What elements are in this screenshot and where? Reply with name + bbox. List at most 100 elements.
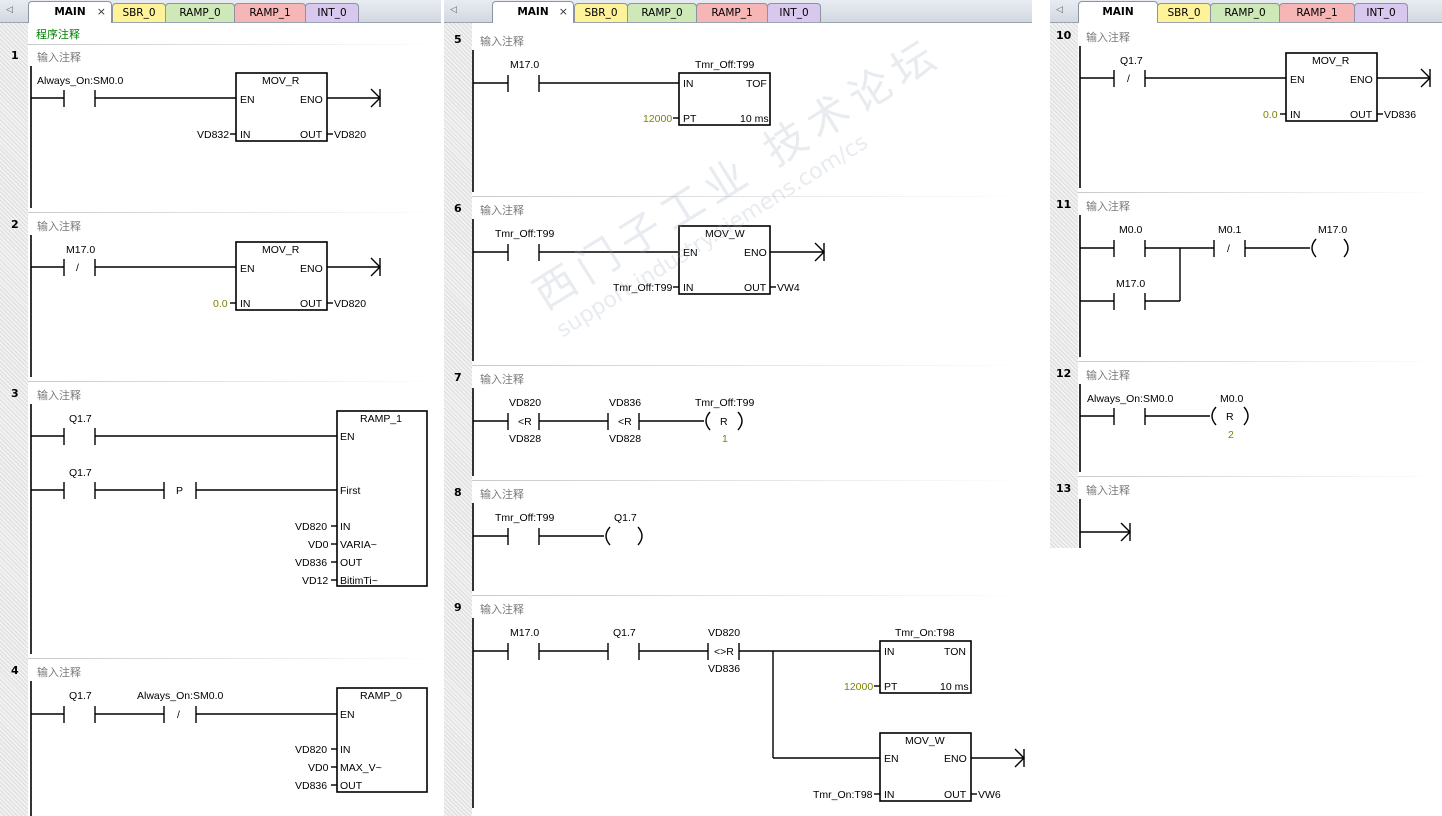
- operand-label: IN: [340, 744, 351, 756]
- operand-label: M0.0: [1119, 224, 1143, 236]
- operand-label: First: [340, 485, 360, 497]
- rung-9[interactable]: M17.0 Q1.7 <>R VD820 VD836 Tmr_On:T98 IN…: [472, 618, 1025, 808]
- operand-label: Tmr_On:T98: [895, 627, 955, 639]
- operand-label: 12000: [643, 113, 672, 125]
- operand-label: VD820: [295, 744, 327, 756]
- operand-label: TON: [944, 646, 966, 658]
- operand-label: VD832: [197, 129, 229, 141]
- operand-label: R: [1226, 411, 1234, 423]
- operand-label: IN: [683, 282, 694, 294]
- operand-label: VD820: [509, 397, 541, 409]
- operand-label: VD12: [302, 575, 328, 587]
- operand-label: 2: [1228, 429, 1234, 441]
- editor-panel-1: ◁ MAIN × SBR_0 RAMP_0 RAMP_1 INT_0 程序注释 1…: [0, 0, 441, 816]
- operand-label: VD828: [509, 433, 541, 445]
- rung-6[interactable]: Tmr_Off:T99 MOV_W EN ENO IN OUT Tmr_Off:T9…: [472, 219, 825, 361]
- ladder-network-10-13: / Q1.7 MOV_R EN ENO IN OUT 0.0 VD836 M0.0 …: [1079, 46, 1431, 548]
- operand-label: Tmr_Off:T99: [495, 512, 554, 524]
- operand-label: OUT: [300, 298, 323, 310]
- rung-2[interactable]: / M17.0 MOV_R EN ENO IN OUT 0.0 VD820: [30, 235, 381, 377]
- operand-label: R: [720, 416, 728, 428]
- operand-label: 1: [722, 433, 728, 445]
- operand-label: OUT: [944, 789, 967, 801]
- operand-label: M0.0: [1220, 393, 1244, 405]
- operand-label: VD820: [708, 627, 740, 639]
- operand-label: BitimTi~: [340, 575, 378, 587]
- rung-10[interactable]: / Q1.7 MOV_R EN ENO IN OUT 0.0 VD836: [1079, 46, 1431, 188]
- operand-label: MAX_V~: [340, 762, 382, 774]
- operand-label: 10 ms: [740, 113, 769, 125]
- operand-label: TOF: [746, 78, 767, 90]
- operand-label: <>R: [714, 646, 734, 658]
- rung-8[interactable]: Tmr_Off:T99 Q1.7: [472, 503, 643, 591]
- operand-label: Always_On:SM0.0: [1087, 393, 1174, 405]
- operand-label: ENO: [1350, 74, 1373, 86]
- operand-label: Tmr_Off:T99: [695, 397, 754, 409]
- operand-label: /: [177, 709, 180, 721]
- operand-label: ENO: [944, 753, 967, 765]
- operand-label: Always_On:SM0.0: [137, 690, 224, 702]
- operand-label: Q1.7: [614, 512, 637, 524]
- operand-label: VW4: [777, 282, 800, 294]
- operand-label: EN: [240, 263, 255, 275]
- rung-11[interactable]: M0.0 / M0.1 M17.0 M17.0: [1079, 215, 1349, 357]
- operand-label: IN: [1290, 109, 1301, 121]
- operand-label: M0.1: [1218, 224, 1242, 236]
- operand-label: Q1.7: [69, 690, 92, 702]
- operand-label: VD836: [708, 663, 740, 675]
- operand-label: /: [76, 262, 79, 274]
- operand-label: VD0: [308, 762, 329, 774]
- operand-label: Q1.7: [69, 467, 92, 479]
- contact-label: Always_On:SM0.0: [37, 75, 124, 87]
- operand-label: IN: [240, 298, 251, 310]
- operand-label: VW6: [978, 789, 1001, 801]
- operand-label: Q1.7: [1120, 55, 1143, 67]
- operand-label: 12000: [844, 681, 873, 693]
- rung-1[interactable]: Always_On:SM0.0 MOV_R EN ENO IN OUT VD832 …: [30, 66, 381, 208]
- operand-label: Tmr_Off:T99: [613, 282, 672, 294]
- operand-label: MOV_R: [262, 244, 300, 256]
- operand-label: VD820: [334, 129, 366, 141]
- operand-label: P: [176, 485, 183, 497]
- operand-label: VD820: [295, 521, 327, 533]
- ladder-network-1-4: Always_On:SM0.0 MOV_R EN ENO IN OUT VD832 …: [30, 66, 428, 816]
- operand-label: M17.0: [1116, 278, 1145, 290]
- operand-label: VD820: [334, 298, 366, 310]
- operand-label: Tmr_Off:T99: [495, 228, 554, 240]
- operand-label: VARIA~: [340, 539, 377, 551]
- operand-label: M17.0: [510, 59, 539, 71]
- rung-12[interactable]: Always_On:SM0.0 R M0.0 2: [1079, 384, 1249, 472]
- operand-label: VD828: [609, 433, 641, 445]
- operand-label: EN: [884, 753, 899, 765]
- operand-label: OUT: [300, 129, 323, 141]
- operand-label: VD836: [295, 780, 327, 792]
- operand-label: EN: [1290, 74, 1305, 86]
- operand-label: Q1.7: [613, 627, 636, 639]
- operand-label: OUT: [744, 282, 767, 294]
- operand-label: OUT: [1350, 109, 1373, 121]
- operand-label: VD836: [609, 397, 641, 409]
- operand-label: /: [1227, 243, 1230, 255]
- operand-label: /: [1127, 73, 1130, 85]
- operand-label: Q1.7: [69, 413, 92, 425]
- rung-5[interactable]: M17.0 Tmr_Off:T99 IN TOF PT 10 ms 12000: [472, 50, 771, 192]
- ladder-network-5-9: M17.0 Tmr_Off:T99 IN TOF PT 10 ms 12000 Tm…: [472, 50, 1025, 808]
- operand-label: ENO: [744, 247, 767, 259]
- rung-13[interactable]: [1079, 499, 1131, 548]
- operand-label: IN: [884, 646, 895, 658]
- operand-label: ENO: [300, 263, 323, 275]
- rung-7[interactable]: <R VD820 VD828 <R VD836 VD828 R Tmr_Off:…: [472, 388, 754, 476]
- operand-label: EN: [340, 709, 355, 721]
- rung-4[interactable]: Q1.7 / Always_On:SM0.0 RAMP_0 EN IN MAX_…: [30, 681, 428, 816]
- operand-label: MOV_W: [705, 228, 745, 240]
- operand-label: EN: [683, 247, 698, 259]
- rung-3[interactable]: Q1.7 Q1.7 P RAMP_1 EN First IN VARIA~ OU…: [30, 404, 428, 654]
- editor-panel-3: ◁ MAIN SBR_0 RAMP_0 RAMP_1 INT_0 10 输入注释…: [1050, 0, 1442, 548]
- operand-label: OUT: [340, 557, 363, 569]
- operand-label: PT: [884, 681, 898, 693]
- operand-label: M17.0: [1318, 224, 1347, 236]
- operand-label: Tmr_Off:T99: [695, 59, 754, 71]
- operand-label: VD0: [308, 539, 329, 551]
- operand-label: M17.0: [510, 627, 539, 639]
- operand-label: VD836: [1384, 109, 1416, 121]
